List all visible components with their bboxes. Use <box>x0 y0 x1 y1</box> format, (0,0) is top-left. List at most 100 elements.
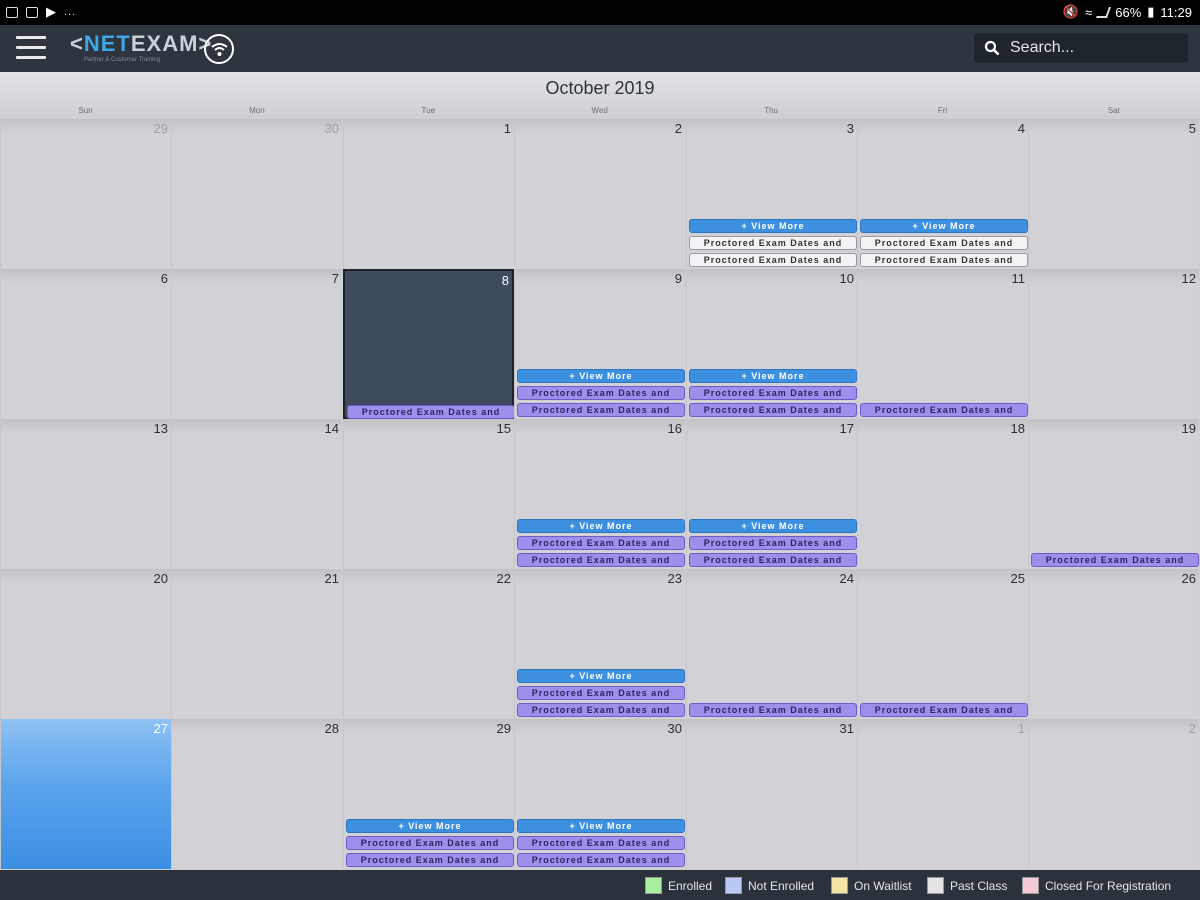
day-cell[interactable]: 20 <box>0 569 171 719</box>
day-number: 30 <box>667 721 682 736</box>
status-left: ▶ ... <box>6 4 76 20</box>
event-past-class[interactable]: Proctored Exam Dates and <box>689 236 857 250</box>
view-more-button[interactable]: + View More <box>517 819 685 833</box>
event-not-enrolled[interactable]: Proctored Exam Dates and <box>517 853 685 867</box>
day-cell[interactable]: 29 <box>0 119 171 269</box>
event-not-enrolled[interactable]: Proctored Exam Dates and <box>689 536 857 550</box>
view-more-button[interactable]: + View More <box>689 519 857 533</box>
event-not-enrolled[interactable]: Proctored Exam Dates and <box>517 386 685 400</box>
day-cell[interactable]: 15 <box>343 419 514 569</box>
view-more-button[interactable]: + View More <box>517 669 685 683</box>
event-not-enrolled[interactable]: Proctored Exam Dates and <box>689 386 857 400</box>
event-not-enrolled[interactable]: Proctored Exam Dates and <box>517 403 685 417</box>
weekday-label: Wed <box>591 106 608 115</box>
event-not-enrolled[interactable]: Proctored Exam Dates and <box>689 703 857 717</box>
day-cell[interactable]: 3 + View More Proctored Exam Dates and Proc… <box>686 119 857 269</box>
day-cell[interactable]: 1 <box>857 719 1028 869</box>
event-not-enrolled[interactable]: Proctored Exam Dates and <box>517 536 685 550</box>
event-not-enrolled[interactable]: Proctored Exam Dates and <box>1031 553 1199 567</box>
logo-tagline: Partner & Customer Training <box>84 57 161 63</box>
weekday-label: Thu <box>764 106 778 115</box>
eye-icon <box>6 6 18 18</box>
day-cell[interactable]: 9 + View More Proctored Exam Dates and Proc… <box>514 269 685 419</box>
hamburger-menu-button[interactable] <box>16 36 46 60</box>
offline-sync-button[interactable] <box>204 34 234 64</box>
day-cell[interactable]: 23 + View More Proctored Exam Dates and Pro… <box>514 569 685 719</box>
day-cell[interactable]: 2 <box>514 119 685 269</box>
event-not-enrolled[interactable]: Proctored Exam Dates and <box>346 853 514 867</box>
event-not-enrolled[interactable]: Proctored Exam Dates and <box>517 836 685 850</box>
legend-label: Closed For Registration <box>1045 878 1172 893</box>
search-box[interactable] <box>974 33 1188 63</box>
battery-icon: ▮ <box>1147 4 1155 19</box>
status-dots: ... <box>64 6 77 18</box>
day-number: 2 <box>674 121 682 136</box>
day-number: 18 <box>1010 421 1025 436</box>
day-cell[interactable]: 13 <box>0 419 171 569</box>
event-not-enrolled[interactable]: Proctored Exam Dates and <box>517 686 685 700</box>
event-not-enrolled[interactable]: Proctored Exam Dates and <box>517 703 685 717</box>
day-cell[interactable]: 21 <box>171 569 342 719</box>
status-right: 🔇 ≈ 66% ▮ 11:29 <box>1063 4 1192 20</box>
day-cell[interactable]: 5 <box>1028 119 1199 269</box>
legend-label: On Waitlist <box>854 878 912 893</box>
day-cell[interactable]: 28 <box>171 719 342 869</box>
day-number: 25 <box>1010 571 1025 586</box>
view-more-button[interactable]: + View More <box>860 219 1028 233</box>
day-cell[interactable]: 30 <box>171 119 342 269</box>
day-number: 2 <box>1188 721 1196 736</box>
day-cell[interactable]: 14 <box>171 419 342 569</box>
day-cell[interactable]: 7 <box>171 269 342 419</box>
view-more-button[interactable]: + View More <box>517 519 685 533</box>
day-cell[interactable]: 25 Proctored Exam Dates and <box>857 569 1028 719</box>
status-legend: Enrolled Not Enrolled On Waitlist Past Clas… <box>0 870 1200 900</box>
day-cell[interactable]: 4 + View More Proctored Exam Dates and Proc… <box>857 119 1028 269</box>
view-more-button[interactable]: + View More <box>346 819 514 833</box>
play-icon: ▶ <box>46 4 56 19</box>
event-past-class[interactable]: Proctored Exam Dates and <box>860 236 1028 250</box>
battery-percent: 66% <box>1115 4 1142 20</box>
event-not-enrolled[interactable]: Proctored Exam Dates and <box>347 405 515 419</box>
day-cell[interactable]: 10 + View More Proctored Exam Dates and Pro… <box>686 269 857 419</box>
day-cell[interactable]: 30 + View More Proctored Exam Dates and Pro… <box>514 719 685 869</box>
legend-swatch <box>831 877 848 894</box>
legend-item: Past Class <box>927 877 1007 894</box>
event-not-enrolled[interactable]: Proctored Exam Dates and <box>689 403 857 417</box>
event-not-enrolled[interactable]: Proctored Exam Dates and <box>689 553 857 567</box>
day-number: 24 <box>839 571 854 586</box>
day-cell[interactable]: 12 <box>1028 269 1199 419</box>
day-cell[interactable]: 19 Proctored Exam Dates and <box>1028 419 1199 569</box>
day-cell[interactable]: 1 <box>343 119 514 269</box>
day-cell[interactable]: 26 <box>1028 569 1199 719</box>
legend-swatch <box>725 877 742 894</box>
legend-label: Not Enrolled <box>748 878 815 893</box>
day-cell[interactable]: 29 + View More Proctored Exam Dates and Pro… <box>343 719 514 869</box>
view-more-button[interactable]: + View More <box>689 219 857 233</box>
event-not-enrolled[interactable]: Proctored Exam Dates and <box>517 553 685 567</box>
calendar-header: October 2019 Sun Mon Tue Wed Thu Fri Sat <box>0 72 1200 119</box>
day-cell[interactable]: 31 <box>686 719 857 869</box>
event-not-enrolled[interactable]: Proctored Exam Dates and <box>860 403 1028 417</box>
event-past-class[interactable]: Proctored Exam Dates and <box>860 253 1028 267</box>
signal-icon <box>1096 6 1112 18</box>
view-more-button[interactable]: + View More <box>689 369 857 383</box>
event-not-enrolled[interactable]: Proctored Exam Dates and <box>860 703 1028 717</box>
day-cell[interactable]: 17 + View More Proctored Exam Dates and Pro… <box>686 419 857 569</box>
day-number: 10 <box>839 271 854 286</box>
event-past-class[interactable]: Proctored Exam Dates and <box>689 253 857 267</box>
day-cell[interactable]: 6 <box>0 269 171 419</box>
day-cell[interactable]: 24 Proctored Exam Dates and <box>686 569 857 719</box>
view-more-button[interactable]: + View More <box>517 369 685 383</box>
day-cell[interactable]: 16 + View More Proctored Exam Dates and Pro… <box>514 419 685 569</box>
day-cell[interactable]: 22 <box>343 569 514 719</box>
weekday-label: Sun <box>78 106 93 115</box>
legend-item: Not Enrolled <box>725 877 814 894</box>
day-cell[interactable]: 2 <box>1028 719 1199 869</box>
day-cell-selected[interactable]: 8 Proctored Exam Dates and <box>343 269 515 419</box>
day-cell[interactable]: 18 <box>857 419 1028 569</box>
day-number: 16 <box>667 421 682 436</box>
day-cell[interactable]: 11 Proctored Exam Dates and <box>857 269 1028 419</box>
day-cell-today[interactable]: 27 <box>0 719 171 869</box>
search-input[interactable] <box>1010 39 1170 57</box>
event-not-enrolled[interactable]: Proctored Exam Dates and <box>346 836 514 850</box>
